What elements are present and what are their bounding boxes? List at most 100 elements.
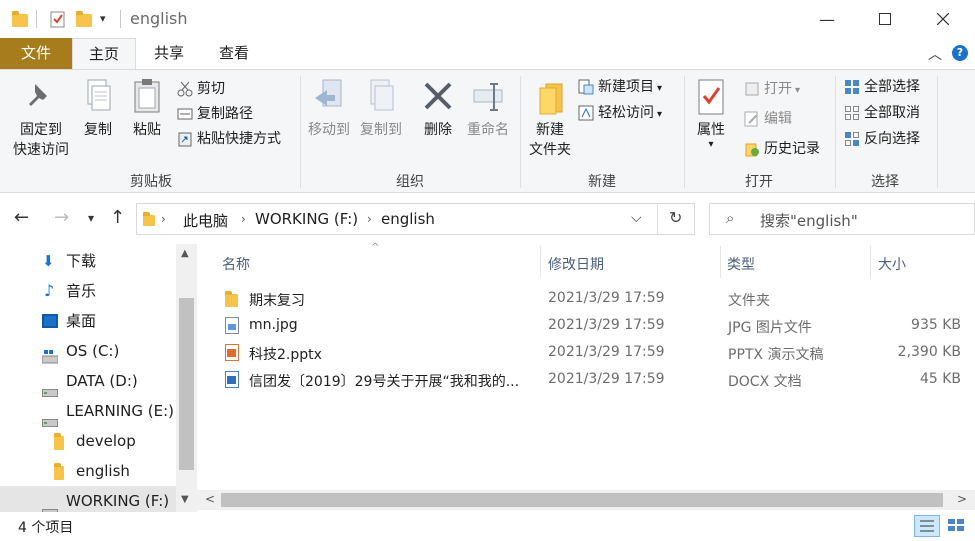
paste-button[interactable]: 粘贴 [126, 78, 168, 140]
new-folder-button[interactable]: 新建 文件夹 [524, 78, 576, 160]
rename-button[interactable]: 重命名 [462, 78, 514, 140]
nav-item-os-c[interactable]: OS (C:) [0, 336, 176, 366]
copy-icon [82, 78, 114, 116]
history-button[interactable]: 历史记录 [744, 138, 820, 160]
nav-item-english[interactable]: english [0, 456, 176, 486]
easy-access-label: 轻松访问 [598, 105, 654, 121]
nav-item-label: english [76, 462, 130, 480]
tab-home[interactable]: 主页 [72, 38, 136, 70]
collapse-ribbon-icon[interactable]: ︿ [928, 44, 942, 64]
nav-item-learning-e[interactable]: LEARNING (E:) [0, 396, 176, 427]
scroll-thumb[interactable] [179, 298, 194, 470]
image-file-icon [225, 317, 239, 334]
docx-file-icon [225, 371, 239, 388]
customize-quick-access-icon[interactable]: ▾ [100, 10, 116, 28]
horizontal-scrollbar[interactable]: < > [197, 490, 975, 510]
drive-icon [42, 407, 58, 427]
breadcrumb-this-pc[interactable]: 此电脑 [183, 210, 228, 231]
address-dropdown-chevron-icon[interactable]: ⌵ [631, 210, 642, 226]
new-folder-icon[interactable] [76, 10, 92, 28]
nav-pane-scrollbar[interactable]: ▲ ▼ [176, 244, 197, 512]
cut-button[interactable]: 剪切 [177, 78, 225, 100]
open-button[interactable]: 打开 ▾ [744, 78, 800, 100]
new-item-button[interactable]: 新建项目 ▾ [578, 76, 662, 98]
close-button[interactable] [914, 0, 972, 38]
paste-shortcut-icon [177, 131, 193, 147]
select-none-button[interactable]: 全部取消 [844, 102, 920, 124]
delete-button[interactable]: 删除 [418, 78, 458, 140]
copy-path-button[interactable]: 复制路径 [177, 103, 253, 125]
address-bar[interactable]: › 此电脑 › WORKING (F:) › english ⌵ ↻ [136, 203, 695, 235]
scroll-down-icon[interactable]: ▼ [181, 494, 189, 505]
folder-icon [12, 10, 28, 28]
sort-ascending-icon: ^ [371, 242, 380, 253]
minimize-button[interactable]: — [798, 0, 856, 38]
breadcrumb-separator-icon[interactable]: › [161, 212, 166, 226]
maximize-button[interactable] [856, 0, 914, 38]
file-type: DOCX 文档 [728, 374, 802, 390]
recent-locations-chevron-icon[interactable]: ▾ [88, 211, 94, 225]
search-box[interactable]: ⌕ 搜索"english" [709, 203, 975, 235]
nav-item-desktop[interactable]: 桌面 [0, 306, 176, 336]
nav-item-data-d[interactable]: DATA (D:) [0, 366, 176, 397]
properties-icon [695, 78, 727, 116]
column-header-name[interactable]: 名称 [222, 254, 250, 274]
folder-icon [143, 212, 157, 227]
new-item-icon [578, 79, 594, 95]
nav-item-label: DATA (D:) [66, 372, 138, 390]
table-row[interactable]: 科技2.pptx 2021/3/29 17:59 PPTX 演示文稿 2,390… [213, 340, 975, 367]
file-type: JPG 图片文件 [728, 320, 812, 336]
edit-pencil-icon [744, 111, 760, 127]
copy-to-button[interactable]: 复制到 [356, 78, 406, 140]
details-view-icon[interactable] [914, 515, 940, 537]
move-to-button[interactable]: 移动到 [304, 78, 354, 140]
table-row[interactable]: mn.jpg 2021/3/29 17:59 JPG 图片文件 935 KB [213, 313, 975, 340]
help-icon[interactable]: ? [952, 45, 968, 61]
column-header-size[interactable]: 大小 [878, 254, 906, 274]
refresh-icon[interactable]: ↻ [669, 208, 682, 227]
breadcrumb-separator-icon[interactable]: › [367, 212, 372, 226]
nav-item-develop[interactable]: develop [0, 426, 176, 456]
nav-item-label: 音乐 [66, 282, 97, 300]
select-all-button[interactable]: 全部选择 [844, 76, 920, 98]
breadcrumb-english[interactable]: english [381, 210, 435, 228]
column-header-modified[interactable]: 修改日期 [548, 254, 604, 274]
breadcrumb-separator-icon[interactable]: › [241, 212, 246, 226]
pin-to-quick-access-button[interactable]: 固定到 快速访问 [6, 78, 76, 160]
select-all-label: 全部选择 [864, 79, 920, 95]
tab-share[interactable]: 共享 [140, 38, 198, 70]
forward-arrow-icon[interactable]: → [54, 207, 69, 228]
breadcrumb-working-drive[interactable]: WORKING (F:) [255, 210, 358, 228]
scroll-up-icon[interactable]: ▲ [181, 248, 189, 259]
easy-access-button[interactable]: 轻松访问 ▾ [578, 102, 662, 124]
column-header-type[interactable]: 类型 [727, 254, 755, 274]
large-icons-view-icon[interactable] [944, 515, 970, 537]
tab-file[interactable]: 文件 [0, 38, 72, 70]
properties-button[interactable]: 属性 ▾ [688, 78, 734, 150]
invert-selection-button[interactable]: 反向选择 [844, 128, 920, 150]
file-name: 信团发〔2019〕29号关于开展“我和我的... [249, 374, 520, 390]
copy-button[interactable]: 复制 [78, 78, 118, 140]
rename-icon [472, 78, 504, 116]
up-arrow-icon[interactable]: ↑ [110, 207, 125, 228]
scroll-thumb[interactable] [221, 493, 943, 507]
scroll-right-icon[interactable]: > [957, 492, 967, 506]
drive-icon [42, 497, 58, 517]
nav-item-music[interactable]: ♪ 音乐 [0, 276, 176, 306]
nav-item-downloads[interactable]: ⬇ 下载 [0, 246, 176, 276]
divider [36, 10, 37, 28]
back-arrow-icon[interactable]: ← [14, 207, 29, 228]
nav-item-label: 桌面 [66, 312, 97, 330]
divider [540, 246, 541, 278]
open-group-label: 打开 [745, 174, 773, 190]
file-size: 935 KB [911, 317, 961, 333]
tab-view[interactable]: 查看 [206, 38, 262, 70]
properties-check-icon[interactable] [50, 10, 66, 28]
edit-button[interactable]: 编辑 [744, 108, 792, 130]
scroll-left-icon[interactable]: < [205, 492, 215, 506]
paste-shortcut-button[interactable]: 粘贴快捷方式 [177, 128, 281, 150]
table-row[interactable]: 信团发〔2019〕29号关于开展“我和我的... 2021/3/29 17:59… [213, 367, 975, 394]
file-modified: 2021/3/29 17:59 [548, 371, 665, 387]
copy-to-icon [365, 78, 397, 116]
table-row[interactable]: 期末复习 2021/3/29 17:59 文件夹 [213, 286, 975, 313]
